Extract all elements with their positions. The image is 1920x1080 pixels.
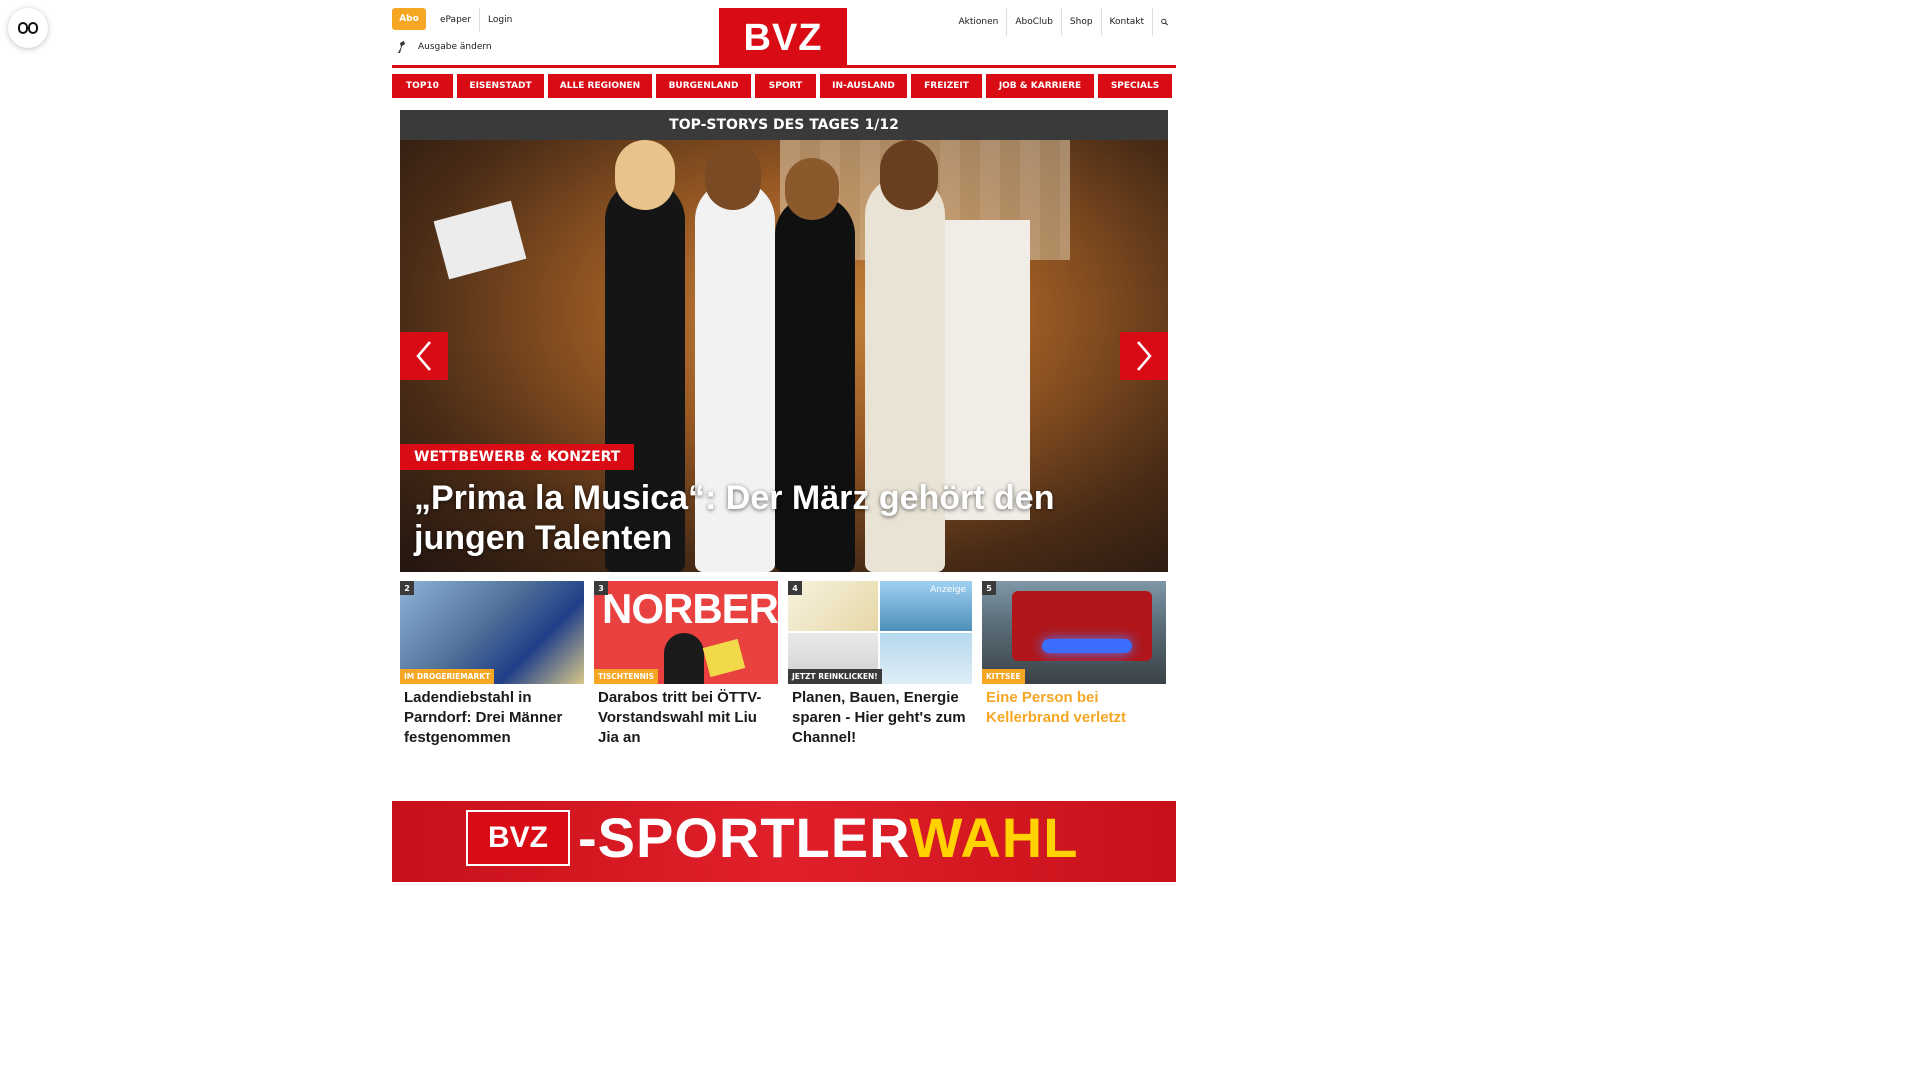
chevron-right-icon xyxy=(1137,341,1152,371)
story-card[interactable]: Anzeige 4 JETZT REINKLICKEN! Planen, Bau… xyxy=(788,581,972,748)
slider-prev-button[interactable] xyxy=(400,332,448,380)
story-number: 5 xyxy=(982,581,996,595)
main-nav: TOP10 EISENSTADT ALLE REGIONEN BURGENLAN… xyxy=(392,74,1176,98)
story-image: 5 KITTSEE xyxy=(982,581,1166,684)
banner-logo: BVZ xyxy=(466,810,570,866)
story-card[interactable]: 5 KITTSEE Eine Person bei Kellerbrand ve… xyxy=(982,581,1166,748)
sportlerwahl-banner[interactable]: BVZ -SPORTLERWAHL xyxy=(392,801,1176,882)
hero-headline[interactable]: „Prima la Musica“: Der März gehört den j… xyxy=(414,478,1114,558)
aboclub-link[interactable]: AboClub xyxy=(1006,8,1061,36)
story-number: 2 xyxy=(400,581,414,595)
story-image: 2 IM DROGERIEMARKT xyxy=(400,581,584,684)
edition-icon xyxy=(398,41,405,53)
story-cards: 2 IM DROGERIEMARKT Ladendiebstahl in Par… xyxy=(400,581,1168,748)
story-title[interactable]: Ladendiebstahl in Parndorf: Drei Männer … xyxy=(400,684,584,748)
story-image: NORBERT 3 TISCHTENNIS xyxy=(594,581,778,684)
kontakt-link[interactable]: Kontakt xyxy=(1100,8,1152,36)
epaper-link[interactable]: ePaper xyxy=(432,8,479,32)
nav-item-specials[interactable]: SPECIALS xyxy=(1098,74,1172,98)
search-button[interactable] xyxy=(1152,8,1176,36)
page-container: Abo ePaper Login Ausgabe ändern BVZ Akti… xyxy=(392,0,1176,882)
aktionen-link[interactable]: Aktionen xyxy=(950,8,1006,36)
story-title[interactable]: Eine Person bei Kellerbrand verletzt xyxy=(982,684,1166,728)
story-card[interactable]: NORBERT 3 TISCHTENNIS Darabos tritt bei … xyxy=(594,581,778,748)
nav-item-burgenland[interactable]: BURGENLAND xyxy=(656,74,751,98)
story-category: KITTSEE xyxy=(982,669,1025,684)
chevron-left-icon xyxy=(416,341,431,371)
login-link[interactable]: Login xyxy=(479,8,520,32)
nav-item-job-karriere[interactable]: JOB & KARRIERE xyxy=(986,74,1094,98)
site-logo[interactable]: BVZ xyxy=(719,8,847,68)
music-stand xyxy=(433,200,527,280)
story-card[interactable]: 2 IM DROGERIEMARKT Ladendiebstahl in Par… xyxy=(400,581,584,748)
abo-button[interactable]: Abo xyxy=(392,8,426,30)
slider-next-button[interactable] xyxy=(1120,332,1168,380)
edition-label: Ausgabe ändern xyxy=(418,42,492,52)
utility-nav-left: ePaper Login xyxy=(432,8,520,32)
edition-switch[interactable]: Ausgabe ändern xyxy=(396,40,492,54)
utility-nav-right: Aktionen AboClub Shop Kontakt xyxy=(950,8,1176,36)
story-title[interactable]: Planen, Bauen, Energie sparen - Hier geh… xyxy=(788,684,972,748)
reader-view-button[interactable] xyxy=(8,8,48,48)
reader-view-icon xyxy=(18,22,38,34)
nav-item-sport[interactable]: SPORT xyxy=(755,74,816,98)
nav-item-in-ausland[interactable]: IN-AUSLAND xyxy=(820,74,907,98)
ad-label: Anzeige xyxy=(930,585,966,595)
story-category: IM DROGERIEMARKT xyxy=(400,669,495,684)
site-header: Abo ePaper Login Ausgabe ändern BVZ Akti… xyxy=(392,0,1176,68)
search-icon xyxy=(1161,18,1168,26)
top-story-slider[interactable]: TOP-STORYS DES TAGES 1/12 WETTBEWERB & K… xyxy=(400,110,1168,572)
nav-item-freizeit[interactable]: FREIZEIT xyxy=(911,74,982,98)
nav-item-eisenstadt[interactable]: EISENSTADT xyxy=(457,74,544,98)
hero-category-tag[interactable]: WETTBEWERB & KONZERT xyxy=(400,444,635,470)
story-number: 3 xyxy=(594,581,608,595)
slider-header: TOP-STORYS DES TAGES 1/12 xyxy=(400,110,1168,140)
banner-text: -SPORTLERWAHL xyxy=(578,806,1079,869)
story-category: JETZT REINKLICKEN! xyxy=(788,669,882,684)
nav-item-top10[interactable]: TOP10 xyxy=(392,74,453,98)
story-number: 4 xyxy=(788,581,802,595)
story-title[interactable]: Darabos tritt bei ÖTTV-Vorstandswahl mit… xyxy=(594,684,778,748)
shop-link[interactable]: Shop xyxy=(1060,8,1101,36)
story-image-text: NORBERT xyxy=(602,585,778,632)
story-image: Anzeige 4 JETZT REINKLICKEN! xyxy=(788,581,972,684)
story-category: TISCHTENNIS xyxy=(594,669,659,684)
nav-item-alle-regionen[interactable]: ALLE REGIONEN xyxy=(548,74,652,98)
